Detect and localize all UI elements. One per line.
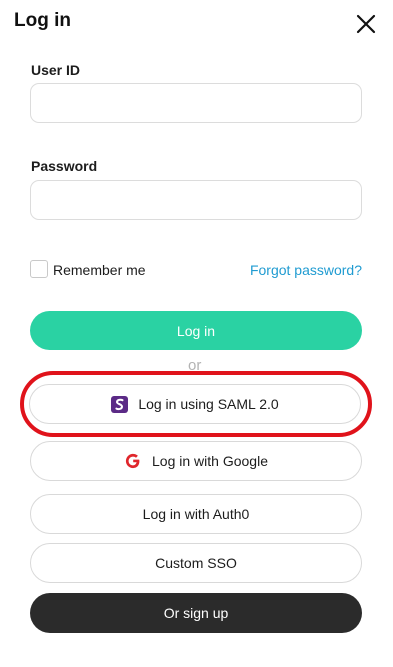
google-icon	[124, 452, 142, 470]
user-id-label: User ID	[31, 62, 81, 78]
auth0-login-button[interactable]: Log in with Auth0	[30, 494, 362, 534]
remember-me-label: Remember me	[53, 262, 146, 278]
signup-button[interactable]: Or sign up	[30, 593, 362, 633]
google-login-button[interactable]: Log in with Google	[30, 441, 362, 481]
auth0-login-label: Log in with Auth0	[142, 506, 250, 522]
user-id-input[interactable]	[30, 83, 362, 123]
password-label: Password	[31, 158, 98, 174]
forgot-password-link[interactable]: Forgot password?	[250, 262, 362, 278]
saml-login-label: Log in using SAML 2.0	[138, 396, 279, 412]
custom-sso-button[interactable]: Custom SSO	[30, 543, 362, 583]
close-icon	[356, 14, 376, 34]
remember-me-checkbox[interactable]	[30, 260, 48, 278]
google-login-label: Log in with Google	[152, 453, 268, 469]
login-button[interactable]: Log in	[30, 311, 362, 350]
close-button[interactable]	[352, 10, 380, 38]
page-title: Log in	[14, 10, 71, 31]
saml-icon	[111, 395, 129, 413]
password-input[interactable]	[30, 180, 362, 220]
saml-login-button[interactable]: Log in using SAML 2.0	[29, 384, 361, 424]
signup-label: Or sign up	[163, 605, 229, 621]
login-button-label: Log in	[176, 322, 216, 339]
or-divider: or	[188, 357, 202, 374]
custom-sso-label: Custom SSO	[155, 555, 237, 571]
